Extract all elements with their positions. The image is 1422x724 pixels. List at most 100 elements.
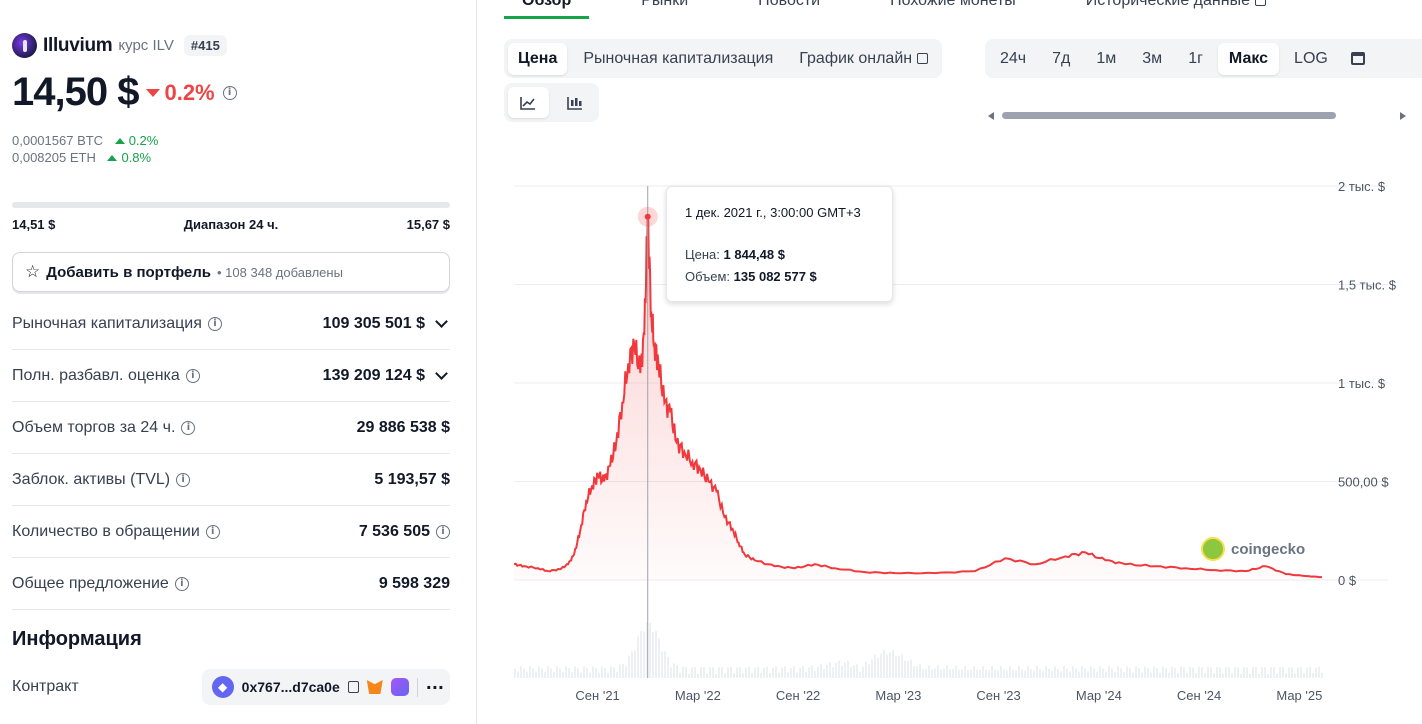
rank-badge: #415 (183, 35, 227, 56)
ethereum-icon: ◆ (211, 676, 234, 698)
info-icon[interactable]: i (174, 576, 189, 591)
volume-bar (706, 673, 708, 678)
volume-bar (1027, 666, 1029, 678)
tab-overview[interactable]: Обзор (504, 0, 590, 19)
time-range-selector: 24ч 7д 1м 3м 1г Макс LOG (985, 39, 1422, 78)
coin-header: Illuvium курс ILV #415 (12, 33, 227, 58)
tab-historical-data[interactable]: Исторические данные (1068, 0, 1284, 19)
volume-bar (958, 669, 960, 678)
line-chart-button[interactable] (508, 87, 549, 118)
volume-bar (970, 669, 972, 678)
volume-bar (712, 666, 714, 678)
volume-bar (1285, 673, 1287, 678)
volume-bar (694, 667, 696, 678)
volume-bar (565, 666, 567, 678)
volume-bar (748, 666, 750, 678)
info-icon[interactable]: i (436, 524, 450, 539)
range-label: Диапазон 24 ч. (183, 217, 279, 232)
candlestick-chart-button[interactable] (555, 87, 596, 118)
volume-bar (1312, 673, 1314, 678)
volume-bar (814, 670, 816, 678)
volume-bar (685, 666, 687, 678)
volume-bar (766, 666, 768, 678)
more-options-button[interactable]: ··· (416, 677, 444, 697)
volume-bar (1225, 666, 1227, 678)
chart-type-live[interactable]: График онлайн (789, 43, 938, 75)
info-icon[interactable]: i (207, 316, 222, 331)
range-max[interactable]: Макс (1217, 42, 1280, 75)
stat-row: Общее предложение i 9 598 329 (12, 558, 450, 610)
range-1m[interactable]: 1м (1085, 43, 1127, 75)
volume-bar (925, 669, 927, 678)
volume-bar (1006, 670, 1008, 678)
metamask-icon[interactable] (366, 680, 383, 694)
add-to-portfolio-button[interactable]: ☆ Добавить в портфель • 108 348 добавлен… (12, 252, 450, 292)
x-axis-labels: Сен '21 Мар '22 Сен '22 Мар '23 Сен '23 Мар '… (575, 688, 1322, 703)
volume-bar (592, 666, 594, 678)
volume-bar (1048, 669, 1050, 678)
copy-icon[interactable] (347, 681, 359, 693)
volume-bar (718, 667, 720, 678)
stat-label: Объем торгов за 24 ч. i (12, 419, 196, 437)
volume-bar (1210, 667, 1212, 678)
volume-bar (640, 630, 642, 678)
volume-bar (742, 673, 744, 678)
volume-bar (769, 672, 771, 678)
range-3m[interactable]: 3м (1131, 43, 1173, 75)
price-change-value: 0.2% (164, 79, 215, 105)
info-icon[interactable]: i (181, 420, 196, 435)
volume-bar (1198, 666, 1200, 678)
volume-bar (1102, 668, 1104, 678)
info-icon[interactable]: i (222, 85, 237, 100)
volume-bar (844, 662, 846, 678)
volume-bar (823, 669, 825, 678)
volume-bar (901, 654, 903, 678)
chart-type-price[interactable]: Цена (508, 42, 568, 75)
chart-range-scrollbar[interactable] (988, 111, 1406, 120)
info-icon[interactable]: i (205, 524, 220, 539)
volume-bar (724, 673, 726, 678)
volume-bar (829, 662, 831, 678)
chevron-down-icon[interactable] (435, 315, 448, 328)
volume-bar (778, 672, 780, 678)
range-24h[interactable]: 24ч (989, 43, 1037, 75)
stat-value: 139 209 124 $ (323, 367, 450, 385)
tab-similar-coins[interactable]: Похожие монеты (872, 0, 1034, 19)
x-tick-label: Сен '23 (976, 688, 1020, 703)
volume-bar (898, 655, 900, 678)
chart-type-marketcap[interactable]: Рыночная капитализация (573, 43, 783, 75)
range-7d[interactable]: 7д (1041, 43, 1081, 75)
calendar-icon[interactable] (1350, 52, 1365, 65)
volume-bar (817, 666, 819, 678)
volume-bar (1012, 669, 1014, 678)
volume-bar (661, 651, 663, 678)
volume-bar (553, 671, 555, 678)
volume-bar (679, 672, 681, 678)
range-log[interactable]: LOG (1283, 43, 1339, 75)
volume-bar (1153, 666, 1155, 678)
stat-label: Рыночная капитализация i (12, 315, 222, 333)
volume-bar (934, 668, 936, 678)
volume-bar (691, 667, 693, 678)
volume-bar (697, 673, 699, 678)
down-arrow-icon (146, 88, 161, 97)
volume-bar (667, 657, 669, 678)
contract-address[interactable]: 0x767...d7ca0e (242, 679, 340, 695)
chevron-down-icon[interactable] (435, 367, 448, 380)
info-icon[interactable]: i (176, 472, 191, 487)
volume-bar (532, 668, 534, 678)
volume-bar (1204, 673, 1206, 678)
scroll-right-icon[interactable] (1400, 112, 1406, 120)
scroll-thumb[interactable] (1002, 112, 1336, 119)
tab-news[interactable]: Новости (740, 0, 838, 19)
price-chart[interactable]: 0 $ 500,00 $ 1 тыс. $ 1,5 тыс. $ 2 тыс. $ Се… (504, 150, 1422, 724)
tab-markets[interactable]: Рынки (623, 0, 706, 19)
scroll-left-icon[interactable] (988, 112, 994, 120)
range-1y[interactable]: 1г (1177, 43, 1214, 75)
info-title: Информация (12, 628, 142, 650)
range-low: 14,51 $ (12, 217, 56, 232)
volume-bar (997, 670, 999, 678)
volume-bar (535, 671, 537, 678)
info-icon[interactable]: i (185, 368, 200, 383)
wallet-icon[interactable] (390, 678, 409, 696)
